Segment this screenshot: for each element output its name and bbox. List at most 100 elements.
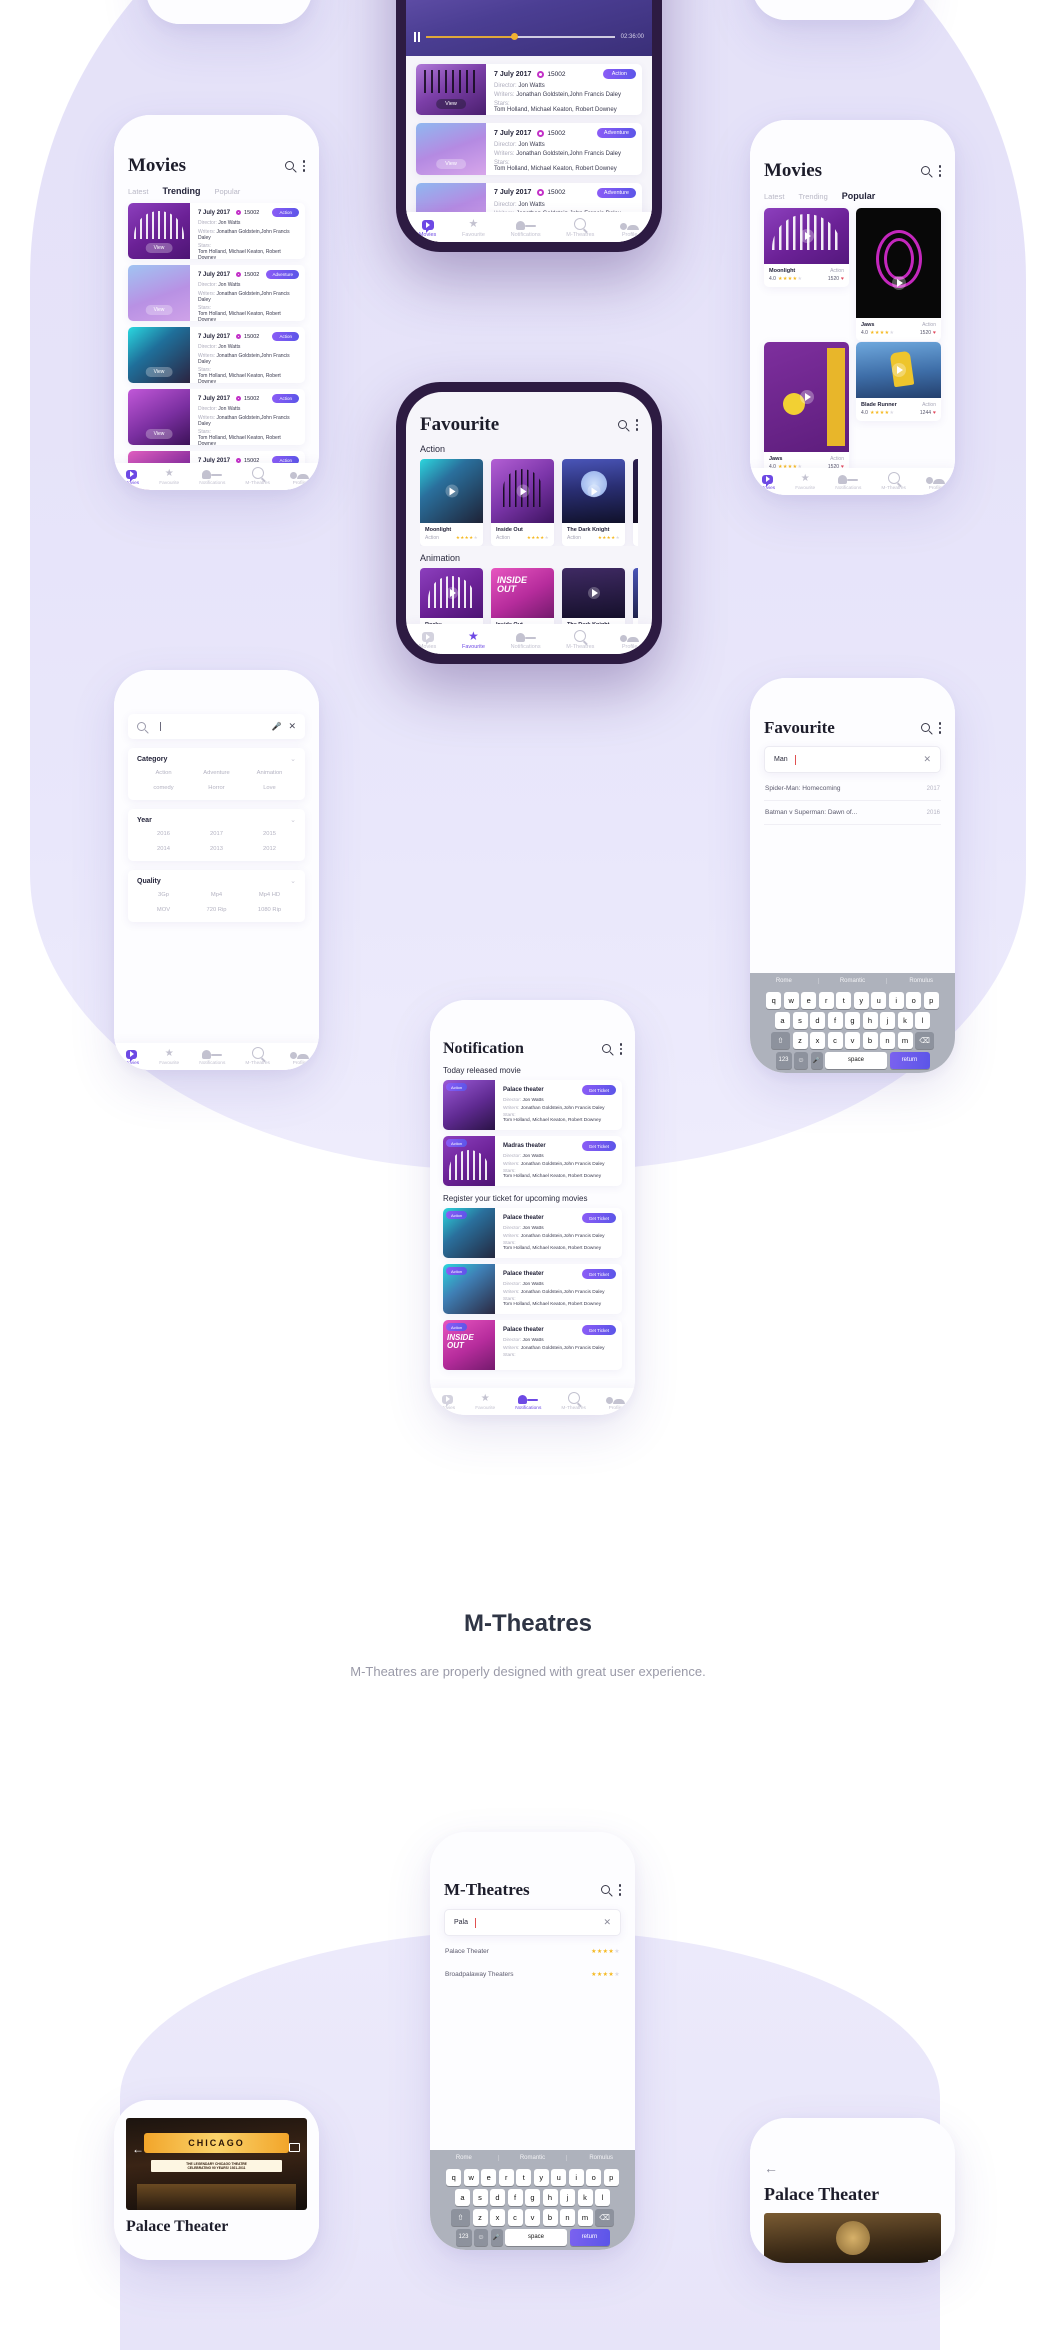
- key[interactable]: x: [490, 2209, 505, 2226]
- get-ticket-button[interactable]: Get Ticket: [581, 1213, 616, 1223]
- genre-badge[interactable]: Action: [272, 394, 299, 403]
- favourite-card[interactable]: Inside Out Action ★★★★★: [491, 459, 554, 546]
- header-icons[interactable]: [920, 722, 941, 736]
- filter-option[interactable]: 2013: [190, 846, 243, 852]
- filter-option[interactable]: 720 Rip: [190, 907, 243, 913]
- filter-option[interactable]: Mp4 HD: [243, 892, 296, 898]
- overflow-menu-icon[interactable]: [302, 160, 305, 172]
- key[interactable]: w: [783, 992, 799, 1009]
- movie-row[interactable]: View 7 July 2017 15002 Adventure Directo…: [128, 265, 305, 321]
- key[interactable]: y: [853, 992, 869, 1009]
- key[interactable]: b: [542, 2209, 558, 2226]
- play-icon[interactable]: [516, 484, 529, 498]
- play-icon[interactable]: [445, 484, 458, 498]
- notification-row[interactable]: Action Palace theater Get Ticket Directo…: [443, 1080, 622, 1130]
- tab-latest[interactable]: Latest: [764, 192, 784, 201]
- keyboard-suggestions[interactable]: Rome Romantic Romulus: [430, 2150, 635, 2166]
- view-button[interactable]: View: [145, 305, 173, 315]
- search-icon[interactable]: [920, 723, 933, 736]
- notification-row[interactable]: INSIDE OUT Action Palace theater Get Tick…: [443, 1320, 622, 1370]
- back-arrow-icon[interactable]: ←: [764, 2160, 778, 2176]
- nav-item-notifications[interactable]: Notifications: [199, 1050, 225, 1066]
- nav-item-profile[interactable]: Profile: [289, 1052, 309, 1066]
- bottom-navigation[interactable]: Movies ★ Favourite Notifications M-Theat…: [114, 1043, 319, 1070]
- movie-card[interactable]: Blade Runner Action 4.0 ★★★★★ 1244 ♥: [856, 342, 941, 421]
- suggestion[interactable]: Rome: [430, 2155, 498, 2161]
- overflow-menu-icon[interactable]: [938, 722, 941, 734]
- suggestion[interactable]: Romantic: [817, 978, 887, 984]
- bottom-navigation[interactable]: Movies ★ Favourite Notifications M-Theat…: [750, 468, 955, 495]
- genre-badge[interactable]: Adventure: [596, 128, 636, 139]
- numeric-key[interactable]: 123: [775, 1052, 792, 1069]
- key[interactable]: r: [498, 2169, 514, 2186]
- nav-item-favourite[interactable]: ★ Favourite: [159, 1049, 179, 1067]
- nav-item-favourite[interactable]: ★ Favourite: [159, 469, 179, 487]
- genre-badge[interactable]: Action: [272, 332, 299, 341]
- heart-icon[interactable]: ♥: [933, 330, 936, 336]
- filter-option[interactable]: 2017: [190, 831, 243, 837]
- keyboard-suggestions[interactable]: Rome Romantic Romulus: [750, 973, 955, 989]
- filter-option[interactable]: 3Gp: [137, 892, 190, 898]
- nav-item-profile[interactable]: Profile: [605, 1397, 625, 1411]
- get-ticket-button[interactable]: Get Ticket: [581, 1085, 616, 1095]
- key[interactable]: g: [845, 1012, 860, 1029]
- keyboard[interactable]: Rome Romantic Romulus q w e r t y u i o …: [430, 2150, 635, 2250]
- nav-item-profile[interactable]: Profile: [289, 472, 309, 486]
- play-icon[interactable]: [891, 275, 906, 290]
- key[interactable]: e: [481, 2169, 497, 2186]
- nav-item-movies[interactable]: Movies: [760, 475, 775, 491]
- tab-trending[interactable]: Trending: [162, 186, 200, 196]
- view-button[interactable]: View: [436, 99, 466, 110]
- notification-row[interactable]: Action Palace theater Get Ticket Directo…: [443, 1208, 622, 1258]
- tab-popular[interactable]: Popular: [214, 187, 240, 196]
- view-button[interactable]: View: [436, 158, 466, 169]
- video-controls[interactable]: 02:36:00: [406, 32, 652, 42]
- pause-icon[interactable]: [414, 32, 420, 42]
- seek-bar[interactable]: [426, 33, 615, 40]
- play-icon[interactable]: [445, 587, 458, 599]
- chevron-down-icon[interactable]: ⌄: [290, 877, 296, 885]
- key[interactable]: b: [862, 1032, 878, 1049]
- tab-popular[interactable]: Popular: [842, 191, 876, 201]
- get-ticket-button[interactable]: Get Ticket: [581, 1269, 616, 1279]
- filter-options[interactable]: 3Gp Mp4 Mp4 HD MOV 720 Rip 1080 Rip: [137, 892, 296, 913]
- genre-badge[interactable]: Action: [272, 208, 299, 217]
- key[interactable]: m: [897, 1032, 913, 1049]
- favourite-card[interactable]: The Dark Knight Action ★★★★★: [562, 459, 625, 546]
- play-icon[interactable]: [799, 229, 814, 243]
- close-icon[interactable]: ✕: [603, 1917, 611, 1928]
- movie-card[interactable]: Jaws Action 4.0 ★★★★★ 1520 ♥: [764, 342, 849, 475]
- keyboard[interactable]: Rome Romantic Romulus q w e r t y u i o …: [750, 973, 955, 1073]
- return-key[interactable]: return: [889, 1052, 930, 1069]
- heart-icon[interactable]: ♥: [933, 410, 936, 416]
- shift-key[interactable]: ⇧: [771, 1032, 790, 1049]
- keyboard-row-3[interactable]: ⇧ z x c v b n m ⌫: [430, 2209, 635, 2226]
- nav-item-favourite[interactable]: ★ Favourite: [475, 1394, 495, 1412]
- key[interactable]: v: [845, 1032, 860, 1049]
- keyboard-row-1[interactable]: q w e r t y u i o p: [430, 2169, 635, 2186]
- filter-option[interactable]: Love: [243, 785, 296, 791]
- chevron-down-icon[interactable]: ⌄: [290, 816, 296, 824]
- tab-bar[interactable]: Latest Trending Popular: [128, 186, 305, 196]
- mic-key[interactable]: 🎤: [810, 1052, 823, 1069]
- get-ticket-button[interactable]: Get Ticket: [581, 1325, 616, 1335]
- key[interactable]: u: [551, 2169, 567, 2186]
- movie-card[interactable]: Moonlight Action 4.0 ★★★★★ 1520 ♥: [764, 208, 849, 287]
- filter-group-header[interactable]: Quality ⌄: [137, 877, 296, 886]
- key[interactable]: f: [507, 2189, 523, 2206]
- space-key[interactable]: space: [825, 1052, 887, 1069]
- video-player[interactable]: 02:36:00: [406, 0, 652, 56]
- filter-option[interactable]: Adventure: [190, 770, 243, 776]
- key[interactable]: q: [446, 2169, 462, 2186]
- nav-item-notifications[interactable]: Notifications: [511, 633, 541, 650]
- search-input[interactable]: 🎤 ✕: [128, 714, 305, 739]
- key[interactable]: w: [463, 2169, 479, 2186]
- key[interactable]: j: [560, 2189, 575, 2206]
- key[interactable]: u: [871, 992, 887, 1009]
- notification-row[interactable]: Action Madras theater Get Ticket Directo…: [443, 1136, 622, 1186]
- nav-item-theatres[interactable]: M-Theatres: [566, 218, 594, 238]
- tab-bar[interactable]: Latest Trending Popular: [764, 191, 941, 201]
- view-button[interactable]: View: [145, 429, 173, 439]
- suggestion[interactable]: Romulus: [566, 2155, 635, 2161]
- nav-item-profile[interactable]: Profile: [620, 635, 640, 650]
